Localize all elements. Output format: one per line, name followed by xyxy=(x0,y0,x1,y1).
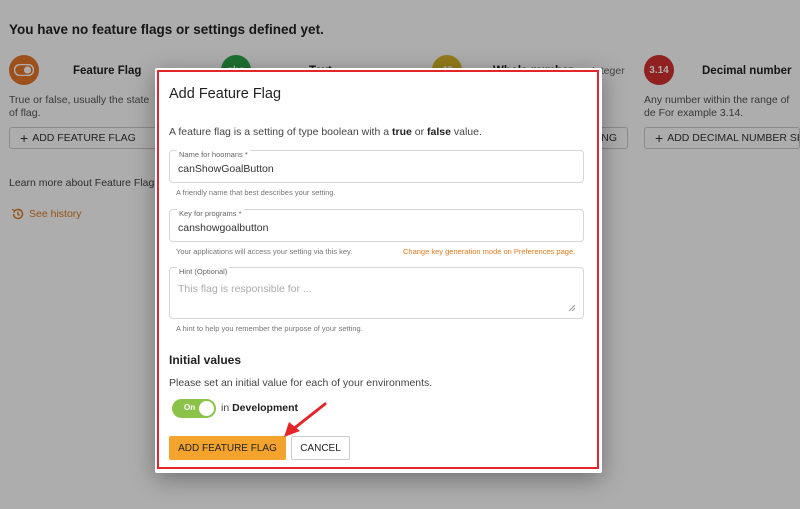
hint-field[interactable]: Hint (Optional) xyxy=(169,267,584,319)
initial-values-desc: Please set an initial value for each of … xyxy=(169,377,433,389)
name-field-label: Name for hoomans * xyxy=(177,150,250,159)
key-field[interactable]: Key for programs * xyxy=(169,209,584,242)
initial-values-title: Initial values xyxy=(169,353,242,367)
hint-helper: A hint to help you remember the purpose … xyxy=(176,324,363,333)
resize-grip-icon[interactable] xyxy=(568,304,576,312)
hint-input[interactable] xyxy=(178,283,573,295)
add-feature-flag-button[interactable]: ADD FEATURE FLAG xyxy=(169,436,286,460)
name-input[interactable] xyxy=(178,163,573,175)
key-field-label: Key for programs * xyxy=(177,209,244,218)
add-feature-flag-dialog: Add Feature Flag A feature flag is a set… xyxy=(155,68,602,473)
name-helper: A friendly name that best describes your… xyxy=(176,188,336,197)
toggle-label: On xyxy=(184,403,196,412)
dialog-intro: A feature flag is a setting of type bool… xyxy=(169,126,482,138)
change-key-mode-link[interactable]: Change key generation mode on Preference… xyxy=(403,247,575,256)
hint-field-label: Hint (Optional) xyxy=(177,267,230,276)
annotation-arrow-icon xyxy=(284,402,327,437)
name-field[interactable]: Name for hoomans * xyxy=(169,150,584,183)
dialog-title: Add Feature Flag xyxy=(169,86,282,102)
development-toggle[interactable]: On xyxy=(172,399,216,418)
toggle-knob xyxy=(199,401,214,416)
key-input[interactable] xyxy=(178,222,573,234)
key-helper: Your applications will access your setti… xyxy=(176,247,353,256)
